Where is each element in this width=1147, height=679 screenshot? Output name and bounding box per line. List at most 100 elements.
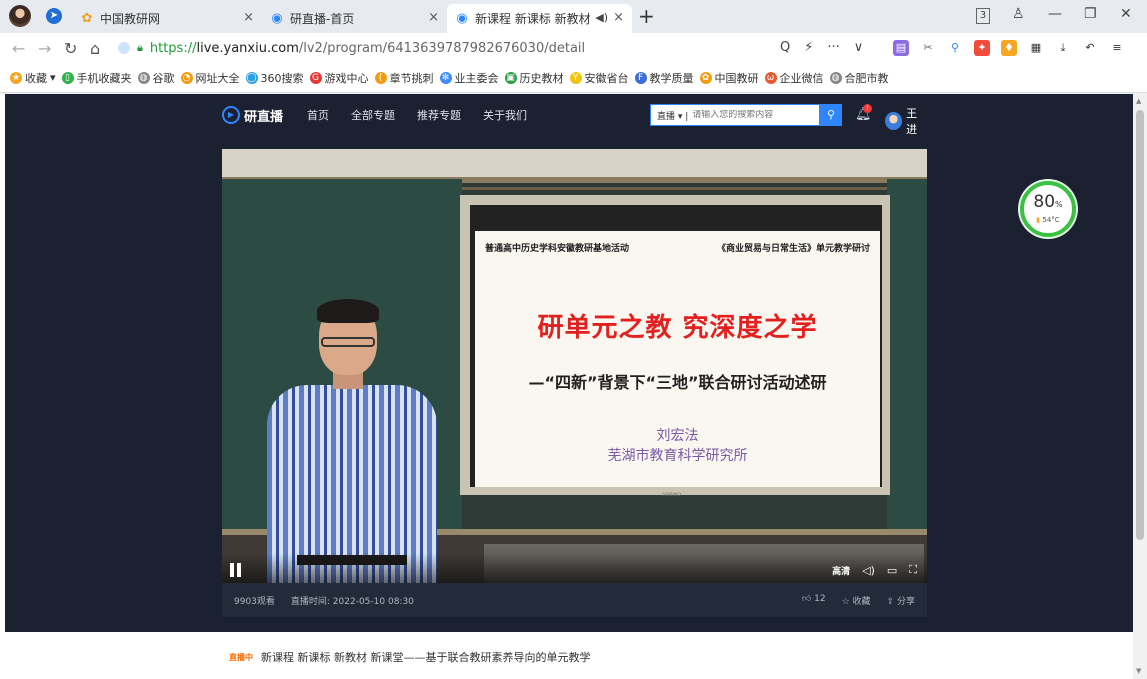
shirt-icon[interactable]: ♙ bbox=[1012, 6, 1025, 22]
bell-icon[interactable]: 🔔︎! bbox=[855, 104, 872, 122]
new-tab-button[interactable]: + bbox=[638, 4, 655, 28]
sidebar-count-button[interactable]: 3 bbox=[976, 8, 990, 24]
bookmark-item[interactable]: ✿ 中国教研 bbox=[699, 70, 759, 86]
tab-current-course[interactable]: ◉ 新课程 新课标 新教材 ◀) × bbox=[447, 4, 632, 33]
star-icon: ☆ bbox=[841, 596, 850, 607]
program-title-card[interactable]: 直播中 新课程 新课标 新教材 新课堂——基于联合教研素养导向的单元教学 bbox=[217, 642, 922, 672]
like-button[interactable]: 👍︎ 12 bbox=[802, 594, 826, 607]
volume-icon[interactable]: ◁) bbox=[862, 564, 875, 577]
scissors-icon[interactable]: ✂ bbox=[920, 40, 936, 56]
video-info-bar: 9903观看 直播时间: 2022-05-10 08:30 👍︎ 12 ☆ 收藏… bbox=[222, 583, 927, 617]
tab-title: 研直播-首页 bbox=[290, 12, 355, 26]
globe-icon: ◍ bbox=[137, 71, 150, 84]
lightning-icon[interactable]: ⚡ bbox=[804, 40, 813, 55]
program-title: 新课程 新课标 新教材 新课堂——基于联合教研素养导向的单元教学 bbox=[261, 651, 591, 664]
close-icon[interactable]: × bbox=[613, 10, 624, 25]
bookmark-item[interactable]: (章节挑刺 bbox=[374, 70, 434, 86]
chevron-down-icon[interactable]: ∨ bbox=[854, 40, 864, 55]
scroll-up-icon[interactable]: ▲ bbox=[1136, 97, 1141, 105]
reader-icon[interactable]: ▤ bbox=[893, 40, 909, 56]
page-scrollbar[interactable]: ▲ ▼ bbox=[1133, 94, 1147, 679]
play-circle-icon: ◉ bbox=[271, 10, 283, 26]
home-icon[interactable]: ⌂ bbox=[90, 39, 100, 58]
user-menu[interactable]: 王进 bbox=[885, 105, 927, 137]
shield-guard-icon[interactable]: ♦ bbox=[1001, 40, 1017, 56]
nav-all-topics[interactable]: 全部专题 bbox=[351, 107, 395, 123]
address-bar: ← → ↻ ⌂ 🔒︎ https://live.yanxiu.com/lv2/p… bbox=[0, 33, 1147, 63]
url-field[interactable]: 🔒︎ https://live.yanxiu.com/lv2/program/6… bbox=[118, 36, 888, 60]
reload-icon[interactable]: ↻ bbox=[64, 39, 77, 58]
game-icon[interactable]: ✦ bbox=[974, 40, 990, 56]
forward-arrow-icon[interactable]: → bbox=[38, 39, 51, 58]
bookmark-item[interactable]: Y 安徽省台 bbox=[569, 70, 629, 86]
favorite-button[interactable]: ☆ 收藏 bbox=[842, 594, 871, 607]
performance-widget[interactable]: 80% ▮ 54°C bbox=[1020, 181, 1076, 237]
scrollbar-thumb[interactable] bbox=[1136, 110, 1144, 540]
bookmark-item[interactable]: F 教学质量 bbox=[634, 70, 694, 86]
url-text: https://live.yanxiu.com/lv2/program/6413… bbox=[149, 40, 586, 56]
bookmark-item[interactable]: ◍ 合肥市教 bbox=[829, 70, 889, 86]
bookmark-item[interactable]: ✻ 业主委会 bbox=[439, 70, 499, 86]
pause-icon[interactable] bbox=[230, 563, 242, 577]
slide-header-left: 普通高中历史学科安徽教研基地活动 bbox=[485, 244, 630, 254]
bookmark-item[interactable]: ω 企业微信 bbox=[764, 70, 824, 86]
search-icon[interactable]: Q bbox=[780, 40, 790, 55]
bookmark-item[interactable]: G 游戏中心 bbox=[309, 70, 369, 86]
bookmark-item[interactable]: ◯ 360搜索 bbox=[245, 70, 304, 86]
game-center-icon: G bbox=[309, 71, 322, 84]
download-icon[interactable]: ⤓ bbox=[1055, 40, 1071, 56]
bookmark-item[interactable]: ◔ 网址大全 bbox=[180, 70, 240, 86]
pip-icon[interactable]: ▭ bbox=[887, 564, 897, 577]
extension-toolbar: ▤ ✂ ⚲ ✦ ♦ ▦ ⤓ ↶ ≡ bbox=[893, 40, 1125, 56]
nav-home[interactable]: 首页 bbox=[307, 107, 329, 123]
nav-recommended[interactable]: 推荐专题 bbox=[417, 107, 461, 123]
search-scope-select[interactable]: 直播 ▾ | bbox=[651, 109, 688, 122]
tab-yanzhibo-home[interactable]: ◉ 研直播-首页 × bbox=[262, 4, 447, 33]
user-name: 王进 bbox=[906, 107, 918, 136]
minimize-button[interactable]: — bbox=[1048, 6, 1062, 22]
menu-icon[interactable]: ≡ bbox=[1109, 40, 1125, 56]
bookmark-item[interactable]: ▣ 历史教材 bbox=[504, 70, 564, 86]
restore-button[interactable]: ❐ bbox=[1084, 6, 1097, 22]
slide-organization: 芜湖市教育科学研究所 bbox=[607, 448, 748, 464]
presentation-slide: 普通高中历史学科安徽教研基地活动 《商业贸易与日常生活》单元教学研讨 研单元之教… bbox=[475, 231, 880, 487]
search-input[interactable] bbox=[692, 110, 813, 120]
url-tools: Q ⚡ ··· ∨ bbox=[780, 40, 863, 55]
compass-icon[interactable]: ➤ bbox=[46, 8, 62, 24]
fullscreen-icon[interactable]: ⛶ bbox=[909, 563, 917, 577]
lock-icon[interactable]: 🔒︎ bbox=[137, 41, 143, 55]
slide-header-right: 《商业贸易与日常生活》单元教学研讨 bbox=[716, 244, 870, 254]
committee-icon: ✻ bbox=[439, 71, 452, 84]
scroll-down-icon[interactable]: ▼ bbox=[1136, 667, 1141, 675]
profile-avatar[interactable] bbox=[9, 5, 31, 27]
close-icon[interactable]: × bbox=[428, 10, 439, 25]
undo-icon[interactable]: ↶ bbox=[1082, 40, 1098, 56]
bookmark-item[interactable]: ★ 收藏 ▾ bbox=[10, 70, 56, 86]
lecturer bbox=[257, 299, 457, 583]
video-player[interactable]: 普通高中历史学科安徽教研基地活动 《商业贸易与日常生活》单元教学研讨 研单元之教… bbox=[222, 149, 927, 583]
anhui-icon: Y bbox=[569, 71, 582, 84]
magnifier-icon[interactable]: ⚲ bbox=[947, 40, 963, 56]
apps-grid-icon[interactable]: ▦ bbox=[1028, 40, 1044, 56]
tab-zhongguo-jiaoyan[interactable]: ✿ 中国教研网 × bbox=[72, 4, 262, 33]
share-icon: ⇪ bbox=[886, 596, 895, 607]
quality-button[interactable]: 高清 bbox=[832, 564, 850, 577]
flower-icon: ✿ bbox=[699, 71, 712, 84]
star-icon: ★ bbox=[10, 71, 22, 84]
page-content: ▶ 研直播 首页 全部专题 推荐专题 关于我们 直播 ▾ | ⚲ 🔔︎! 王进 bbox=[0, 94, 1133, 679]
bookmark-item[interactable]: ▯ 手机收藏夹 bbox=[61, 70, 132, 86]
share-button[interactable]: ⇪ 分享 bbox=[887, 594, 915, 607]
more-icon[interactable]: ··· bbox=[827, 40, 839, 55]
close-icon[interactable]: × bbox=[243, 10, 254, 25]
site-logo[interactable]: ▶ 研直播 bbox=[222, 106, 283, 125]
navigation-icon: ◔ bbox=[180, 71, 193, 84]
nav-about[interactable]: 关于我们 bbox=[483, 107, 527, 123]
search-button[interactable]: ⚲ bbox=[820, 104, 842, 126]
bookmark-item[interactable]: ◍ 谷歌 bbox=[137, 70, 175, 86]
speaker-icon[interactable]: ◀) bbox=[595, 11, 608, 24]
back-arrow-icon[interactable]: ← bbox=[12, 39, 25, 58]
slide-subtitle: —“四新”背景下“三地”联合研讨活动述研 bbox=[528, 373, 827, 392]
close-window-button[interactable]: ✕ bbox=[1120, 6, 1132, 22]
phone-icon: ▯ bbox=[61, 71, 74, 84]
search-360-icon: ◯ bbox=[245, 71, 258, 84]
